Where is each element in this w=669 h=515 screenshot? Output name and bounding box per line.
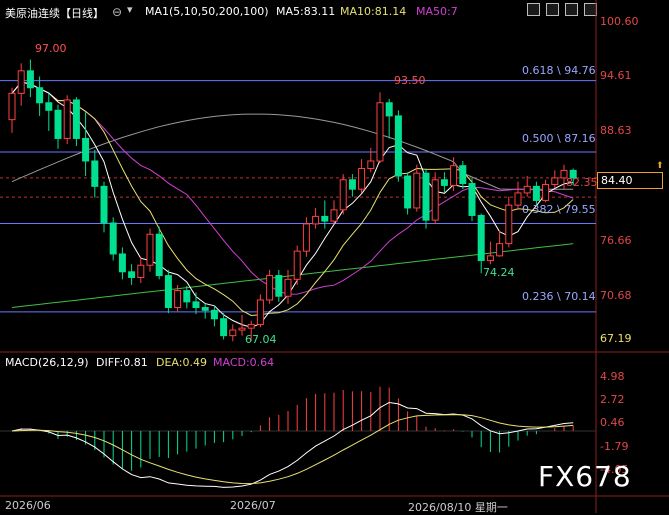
ma5-line [11, 81, 574, 328]
price-axis-label: 82.35 [566, 176, 598, 189]
ma50-line [11, 81, 574, 295]
candle-body [109, 222, 117, 255]
x-axis-label: 2026/06 [5, 499, 51, 512]
candle-body [266, 275, 274, 301]
candle-body [496, 243, 504, 257]
candle-body [330, 209, 338, 222]
candle-body [376, 102, 384, 162]
low-annotation: 74.24 [483, 266, 515, 279]
candle-body [91, 160, 99, 187]
price-marker-icon: ⬆ [656, 161, 664, 171]
candle-body [63, 99, 71, 139]
high-annotation: 93.50 [394, 74, 426, 87]
fib-level-label: 0.500 \ 87.16 [522, 132, 596, 145]
candle-body [477, 214, 485, 262]
candle-body [146, 233, 154, 266]
candle-body [422, 172, 430, 221]
candle-body [312, 215, 320, 225]
macd-axis-label: -1.79 [600, 440, 629, 453]
fib-level-label: 0.382 \ 79.55 [522, 203, 596, 216]
price-axis-label: 94.61 [600, 69, 632, 82]
candle-body [82, 137, 90, 162]
candle-body [440, 179, 448, 186]
candle-body [302, 223, 310, 252]
candle-body [229, 329, 237, 337]
candle-body [118, 253, 126, 273]
price-axis-label: 67.19 [600, 332, 632, 345]
macd-value: MACD:0.64 [213, 356, 275, 369]
candle-body [137, 264, 145, 278]
candle-body [394, 115, 402, 177]
fib-level-label: 0.618 \ 94.76 [522, 64, 596, 77]
candle-body [155, 233, 163, 277]
candle-body [293, 250, 301, 280]
candle-body [542, 183, 550, 201]
candle-body [514, 192, 522, 206]
candle-body [256, 299, 264, 325]
candle-body [174, 290, 182, 308]
candle-body [275, 275, 283, 297]
candle-body [505, 204, 513, 245]
macd-dea: DEA:0.49 [156, 356, 207, 369]
x-axis-label: 2026/07 [230, 499, 276, 512]
candle-body [468, 183, 476, 216]
candle-body [45, 102, 53, 111]
candle-body [339, 179, 347, 211]
current-price-box: 84.40 [597, 172, 663, 189]
candle-body [36, 87, 44, 104]
candle-body [431, 179, 439, 221]
candle-body [54, 109, 62, 139]
candle-body [247, 323, 255, 329]
candle-body [100, 185, 108, 224]
macd-diff: DIFF:0.81 [96, 356, 148, 369]
candle-body [192, 301, 200, 308]
candle-body [450, 165, 458, 186]
candle-body [238, 327, 246, 331]
candle-body [17, 70, 25, 94]
high-annotation: 97.00 [35, 42, 67, 55]
candle-body [358, 168, 366, 190]
ma10-line [11, 81, 574, 317]
candle-body [210, 309, 218, 320]
candle-body [26, 70, 34, 89]
macd-axis-label: 2.72 [600, 393, 625, 406]
price-axis-label: 70.68 [600, 289, 632, 302]
candle-body [523, 185, 531, 194]
candle-body [367, 160, 375, 170]
candle-body [8, 92, 16, 121]
candle-body [413, 172, 421, 209]
macd-label: MACD(26,12,9) [5, 356, 89, 369]
fib-level-label: 0.236 \ 70.14 [522, 290, 596, 303]
low-annotation: 67.04 [245, 333, 277, 346]
candle-body [220, 318, 228, 337]
price-axis-label: 100.60 [600, 15, 639, 28]
candle-body [551, 177, 559, 185]
macd-axis-label: 4.98 [600, 370, 625, 383]
candle-body [532, 185, 540, 201]
price-axis-label: 76.66 [600, 234, 632, 247]
candle-body [385, 102, 393, 117]
watermark-logo: FX678 [538, 460, 632, 493]
candle-body [404, 175, 412, 209]
candle-body [183, 290, 191, 303]
candle-body [164, 275, 172, 308]
candle-body [201, 306, 209, 311]
macd-axis-label: 0.46 [600, 416, 625, 429]
candle-body [72, 99, 80, 139]
candle-body [486, 255, 494, 262]
candle-body [284, 278, 292, 297]
price-axis-label: 88.63 [600, 124, 632, 137]
candle-body [128, 271, 136, 278]
macd-dea-line [11, 414, 574, 485]
candle-body [459, 165, 467, 185]
macd-header: MACD(26,12,9) DIFF:0.81 DEA:0.49 MACD:0.… [0, 355, 669, 371]
candle-body [348, 179, 356, 190]
candle-body [321, 215, 329, 222]
